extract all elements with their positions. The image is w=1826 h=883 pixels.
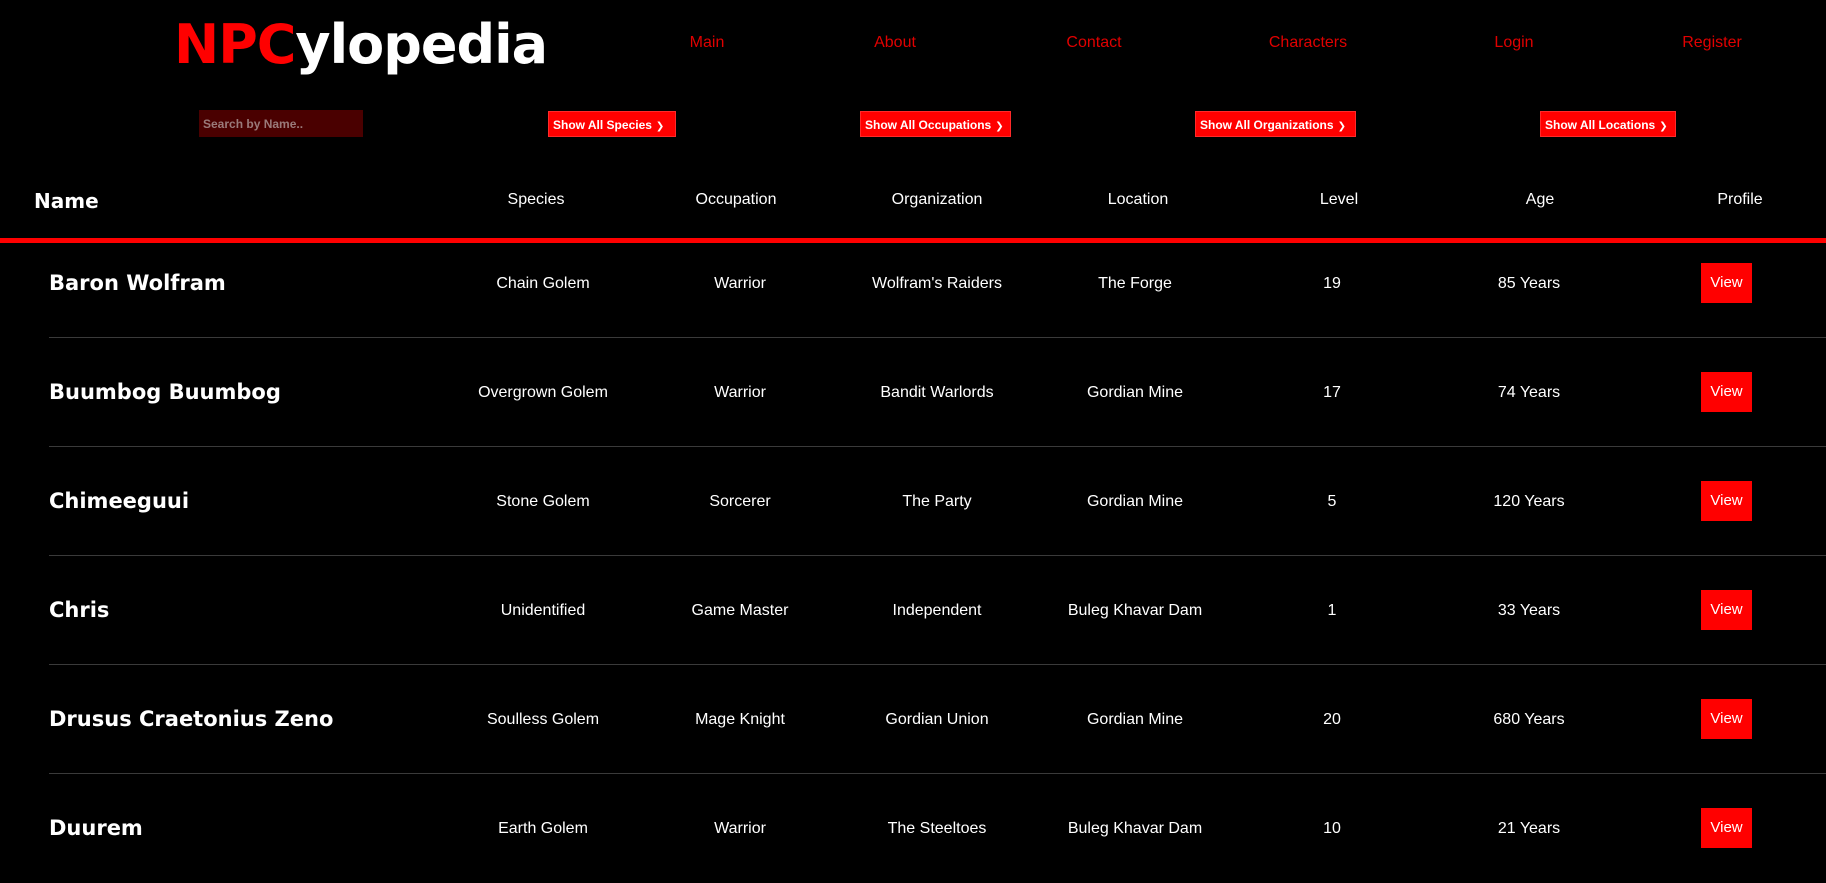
nav-register[interactable]: Register xyxy=(1682,33,1742,53)
organization-filter-label: Show All Organizations xyxy=(1200,118,1334,132)
nav-login[interactable]: Login xyxy=(1494,33,1533,53)
npc-location: Gordian Mine xyxy=(1086,493,1184,510)
npc-level: 20 xyxy=(1323,711,1341,728)
npc-age: 85 Years xyxy=(1497,275,1561,292)
npc-occupation: Sorcerer xyxy=(709,493,771,510)
organization-filter-select[interactable]: Show All Organizations ❯ xyxy=(1195,111,1356,137)
view-profile-button[interactable]: View xyxy=(1701,372,1752,412)
npc-location: Buleg Khavar Dam xyxy=(1067,602,1203,619)
column-header-level[interactable]: Level xyxy=(1320,190,1358,210)
npc-occupation: Game Master xyxy=(691,602,789,619)
column-header-profile: Profile xyxy=(1717,191,1763,208)
location-filter-select[interactable]: Show All Locations ❯ xyxy=(1540,111,1676,137)
site-header: NPCylopedia Main About Contact Character… xyxy=(0,0,1826,90)
column-header-occupation[interactable]: Occupation xyxy=(696,190,777,210)
npc-occupation: Warrior xyxy=(714,384,766,401)
npc-organization: The Steeltoes xyxy=(887,820,987,837)
npc-level: 10 xyxy=(1323,820,1341,837)
npc-age: 120 Years xyxy=(1493,493,1565,510)
npc-level: 5 xyxy=(1327,493,1337,510)
column-header-species[interactable]: Species xyxy=(508,190,565,210)
view-profile-button[interactable]: View xyxy=(1701,481,1752,521)
species-filter-select[interactable]: Show All Species ❯ xyxy=(548,111,676,137)
search-input[interactable] xyxy=(199,110,363,137)
view-profile-button[interactable]: View xyxy=(1701,590,1752,630)
chevron-down-icon: ❯ xyxy=(655,121,665,132)
npc-species: Stone Golem xyxy=(496,493,590,510)
species-filter-label: Show All Species xyxy=(553,118,652,132)
npc-occupation: Warrior xyxy=(714,275,766,292)
table-row: Buumbog Buumbog Overgrown Golem Warrior … xyxy=(0,338,1826,447)
npc-level: 17 xyxy=(1323,384,1341,401)
nav-characters[interactable]: Characters xyxy=(1269,33,1347,53)
npc-name: Buumbog Buumbog xyxy=(49,380,281,404)
column-header-location[interactable]: Location xyxy=(1108,190,1169,210)
npc-organization: Bandit Warlords xyxy=(880,384,994,401)
npc-species: Soulless Golem xyxy=(486,711,600,728)
npc-name: Chris xyxy=(49,598,110,622)
npc-species: Chain Golem xyxy=(496,275,590,292)
npc-name: Drusus Craetonius Zeno xyxy=(49,707,334,731)
npc-location: Gordian Mine xyxy=(1086,711,1184,728)
npc-age: 21 Years xyxy=(1497,820,1561,837)
npc-species: Overgrown Golem xyxy=(478,384,608,401)
table-row: Drusus Craetonius Zeno Soulless Golem Ma… xyxy=(0,665,1826,774)
table-row: Chris Unidentified Game Master Independe… xyxy=(0,556,1826,665)
npc-location: Buleg Khavar Dam xyxy=(1067,820,1203,837)
chevron-down-icon: ❯ xyxy=(995,121,1004,132)
npc-organization: The Party xyxy=(902,493,972,510)
npc-species: Earth Golem xyxy=(498,820,588,837)
nav-main[interactable]: Main xyxy=(690,33,725,53)
table-row: Duurem Earth Golem Warrior The Steeltoes… xyxy=(0,774,1826,870)
npc-occupation: Mage Knight xyxy=(695,711,785,728)
npc-level: 19 xyxy=(1323,275,1341,292)
location-filter-label: Show All Locations xyxy=(1545,118,1656,132)
nav-about[interactable]: About xyxy=(874,33,916,53)
site-logo[interactable]: NPCylopedia xyxy=(174,13,548,76)
npc-name: Chimeeguui xyxy=(49,489,190,513)
npc-age: 680 Years xyxy=(1493,711,1565,728)
npc-location: The Forge xyxy=(1098,275,1172,292)
chevron-down-icon: ❯ xyxy=(1659,121,1668,132)
npc-location: Gordian Mine xyxy=(1086,384,1184,401)
chevron-down-icon: ❯ xyxy=(1337,121,1346,132)
npc-age: 74 Years xyxy=(1497,384,1561,401)
logo-npc: NPC xyxy=(174,13,296,76)
view-profile-button[interactable]: View xyxy=(1701,263,1752,303)
npc-organization: Wolfram's Raiders xyxy=(872,275,1002,292)
npc-name: Duurem xyxy=(49,816,143,840)
npc-species: Unidentified xyxy=(500,602,586,619)
nav-contact[interactable]: Contact xyxy=(1066,33,1121,53)
npc-level: 1 xyxy=(1327,602,1337,619)
occupation-filter-select[interactable]: Show All Occupations ❯ xyxy=(860,111,1011,137)
view-profile-button[interactable]: View xyxy=(1701,699,1752,739)
npc-organization: Gordian Union xyxy=(885,711,989,728)
column-header-name[interactable]: Name xyxy=(34,188,99,214)
npc-age: 33 Years xyxy=(1497,602,1561,619)
column-header-age[interactable]: Age xyxy=(1526,190,1554,210)
npc-name: Baron Wolfram xyxy=(49,271,226,295)
occupation-filter-label: Show All Occupations xyxy=(865,118,992,132)
table-row: Baron Wolfram Chain Golem Warrior Wolfra… xyxy=(0,229,1826,338)
npc-organization: Independent xyxy=(892,602,982,619)
table-row: Chimeeguui Stone Golem Sorcerer The Part… xyxy=(0,447,1826,556)
logo-ylopedia: ylopedia xyxy=(295,13,548,76)
npc-occupation: Warrior xyxy=(714,820,766,837)
column-header-organization[interactable]: Organization xyxy=(892,190,983,210)
view-profile-button[interactable]: View xyxy=(1701,808,1752,848)
